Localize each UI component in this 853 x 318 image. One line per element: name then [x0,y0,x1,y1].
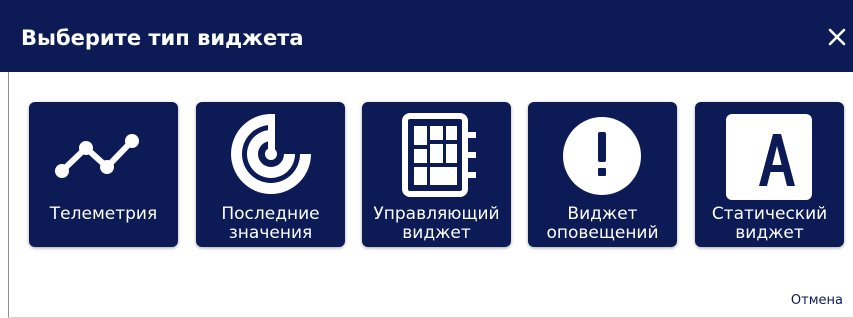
widget-label-latest-values: Последние значения [196,205,345,243]
alert-icon [528,110,677,202]
widget-label-alerts: Виджет оповещений [528,205,677,243]
dialog-left-border [8,72,9,318]
widget-tile-control[interactable]: Управляющий виджет [362,102,511,247]
widget-label-line: Последние [221,204,320,224]
dialog-header: Выберите тип виджета [0,0,853,72]
widget-label-control: Управляющий виджет [362,205,511,243]
widget-label-line: значения [228,223,313,243]
cancel-button[interactable]: Отмена [791,293,843,308]
line-chart-icon [29,110,178,202]
widget-type-dialog: Выберите тип виджета Телеметрия Последни… [0,0,853,318]
close-button[interactable] [822,22,852,52]
radar-icon [196,110,345,202]
widget-label-line: Виджет [567,204,638,224]
widget-tile-telemetry[interactable]: Телеметрия [29,102,178,247]
control-panel-icon [362,110,511,202]
dialog-title: Выберите тип виджета [21,26,304,50]
letter-a-icon [695,110,844,202]
widget-label-line: Телеметрия [49,204,158,224]
widget-label-line: виджет [735,223,804,243]
widget-label-static: Статический виджет [695,205,844,243]
widget-label-line: виджет [402,223,471,243]
widget-tile-latest-values[interactable]: Последние значения [196,102,345,247]
widget-label-telemetry: Телеметрия [29,205,178,224]
widget-tile-alerts[interactable]: Виджет оповещений [528,102,677,247]
close-icon [828,28,846,46]
widget-label-line: оповещений [546,223,659,243]
widget-label-line: Статический [711,204,828,224]
widget-tile-static[interactable]: Статический виджет [695,102,844,247]
widget-label-line: Управляющий [373,204,500,224]
